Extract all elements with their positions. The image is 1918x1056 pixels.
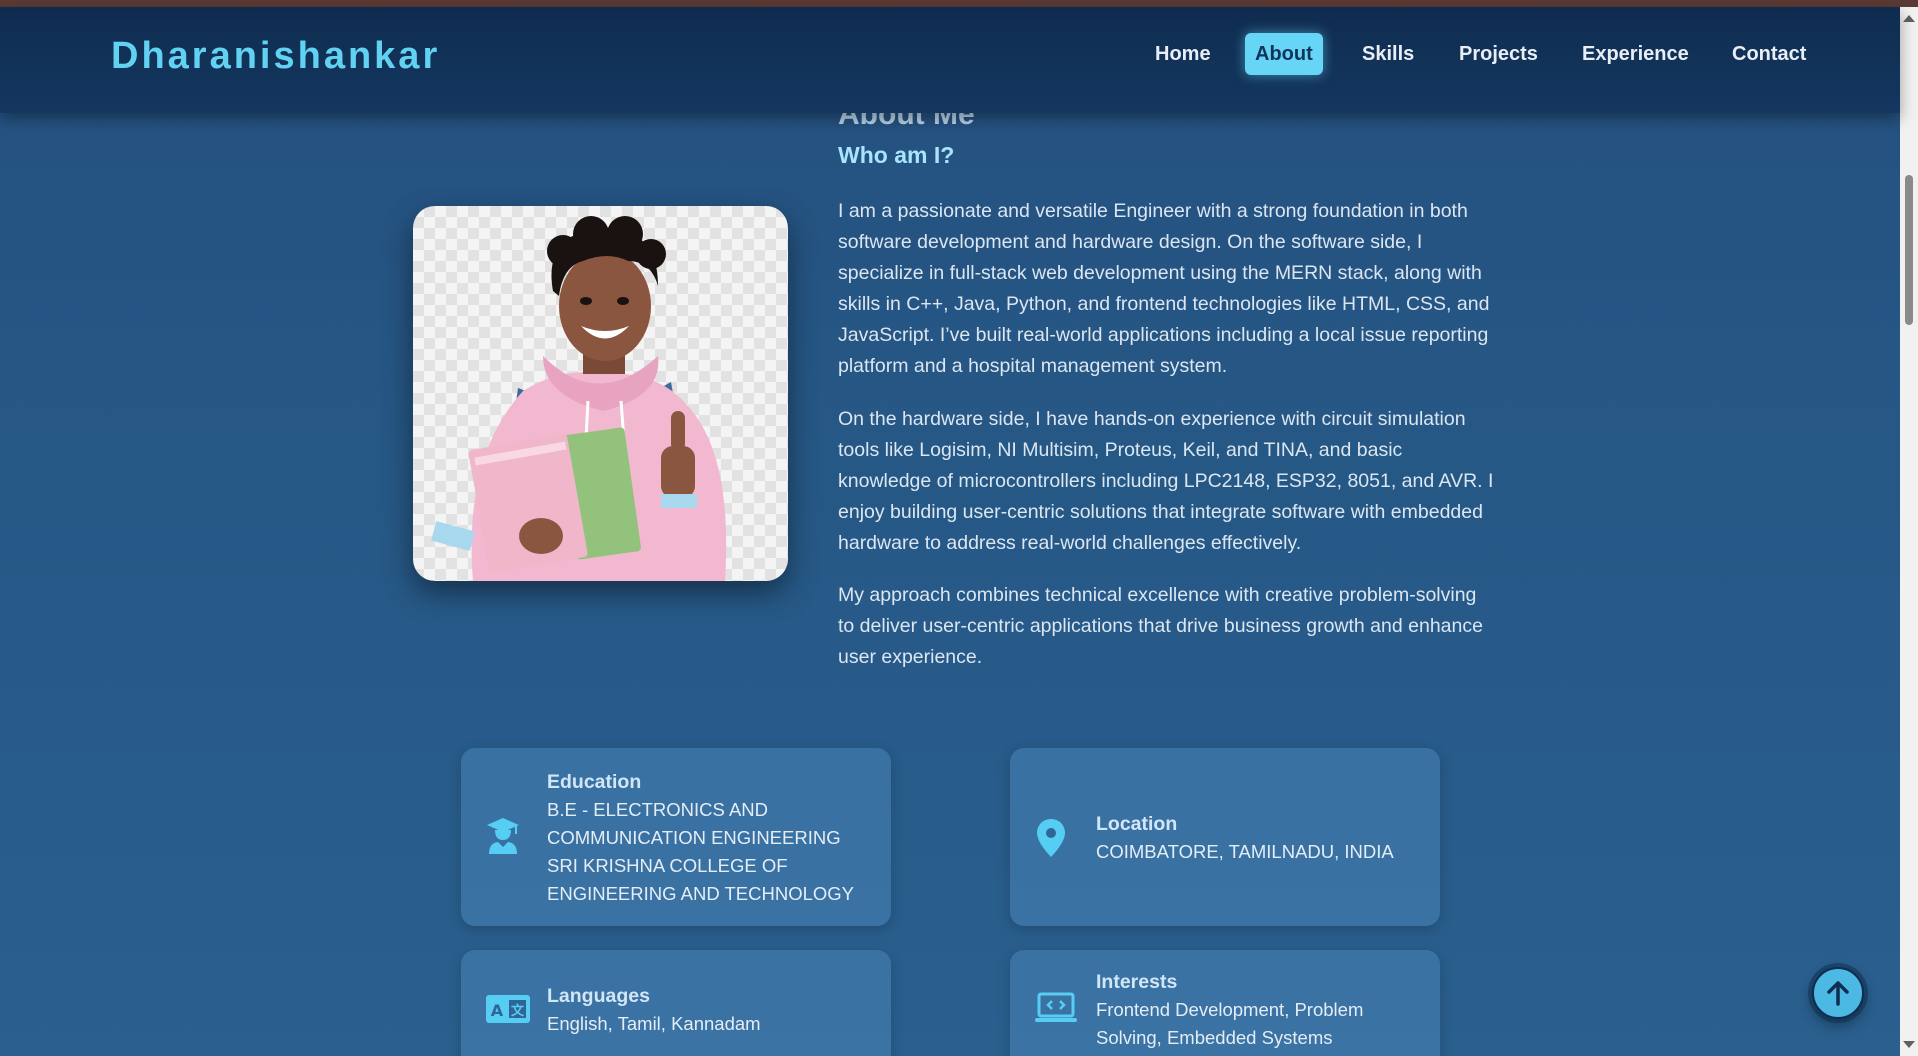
laptop-code-icon	[1034, 992, 1078, 1029]
interests-title: Interests	[1096, 971, 1178, 993]
svg-text:A: A	[491, 1001, 504, 1020]
translate-icon: A 文	[485, 994, 531, 1029]
education-title: Education	[547, 771, 642, 793]
nav-links: Home About Skills Projects Experience Co…	[0, 33, 1900, 77]
nav-skills[interactable]: Skills	[1352, 33, 1424, 75]
location-pin-icon	[1036, 818, 1066, 863]
arrow-up-icon	[1827, 981, 1849, 1006]
info-card-education: Education B.E - ELECTRONICS AND COMMUNIC…	[461, 748, 891, 926]
education-text: Education B.E - ELECTRONICS AND COMMUNIC…	[547, 768, 861, 908]
navbar: Dharanishankar Home About Skills Project…	[0, 7, 1900, 113]
interests-line: Solving, Embedded Systems	[1096, 1027, 1333, 1048]
education-line: ENGINEERING AND TECHNOLOGY	[547, 883, 855, 904]
about-paragraph-1: I am a passionate and versatile Engineer…	[838, 200, 1490, 377]
section-subtitle: Who am I?	[838, 142, 955, 168]
scroll-thumb[interactable]	[1905, 175, 1913, 325]
info-card-languages: A 文 Languages English, Tamil, Kannadam	[461, 950, 891, 1056]
nav-experience[interactable]: Experience	[1572, 33, 1699, 75]
student-illustration	[431, 216, 727, 581]
education-line: B.E - ELECTRONICS AND	[547, 799, 769, 820]
about-paragraph-2: On the hardware side, I have hands-on ex…	[838, 408, 1494, 554]
page-scrollbar[interactable]	[1900, 7, 1918, 1056]
graduate-icon	[485, 816, 521, 861]
languages-text: Languages English, Tamil, Kannadam	[547, 982, 861, 1038]
nav-home[interactable]: Home	[1145, 33, 1221, 75]
back-to-top-button[interactable]	[1812, 967, 1864, 1019]
info-card-location: Location COIMBATORE, TAMILNADU, INDIA	[1010, 748, 1440, 926]
interests-line: Frontend Development, Problem	[1096, 999, 1364, 1020]
profile-photo	[413, 206, 788, 581]
nav-projects[interactable]: Projects	[1449, 33, 1548, 75]
education-line: SRI KRISHNA COLLEGE OF	[547, 855, 788, 876]
nav-about[interactable]: About	[1245, 33, 1323, 75]
location-text: Location COIMBATORE, TAMILNADU, INDIA	[1096, 810, 1410, 866]
location-value: COIMBATORE, TAMILNADU, INDIA	[1096, 841, 1394, 862]
svg-text:文: 文	[511, 1003, 525, 1019]
languages-value: English, Tamil, Kannadam	[547, 1013, 761, 1034]
scroll-down-icon[interactable]	[1903, 1041, 1915, 1048]
window-top-stripe	[0, 0, 1918, 7]
languages-title: Languages	[547, 985, 650, 1007]
scroll-up-icon[interactable]	[1903, 15, 1915, 22]
about-paragraph-3: My approach combines technical excellenc…	[838, 584, 1483, 668]
interests-text: Interests Frontend Development, Problem …	[1096, 968, 1410, 1052]
nav-contact[interactable]: Contact	[1722, 33, 1816, 75]
location-title: Location	[1096, 813, 1178, 835]
info-card-interests: Interests Frontend Development, Problem …	[1010, 950, 1440, 1056]
education-line: COMMUNICATION ENGINEERING	[547, 827, 841, 848]
